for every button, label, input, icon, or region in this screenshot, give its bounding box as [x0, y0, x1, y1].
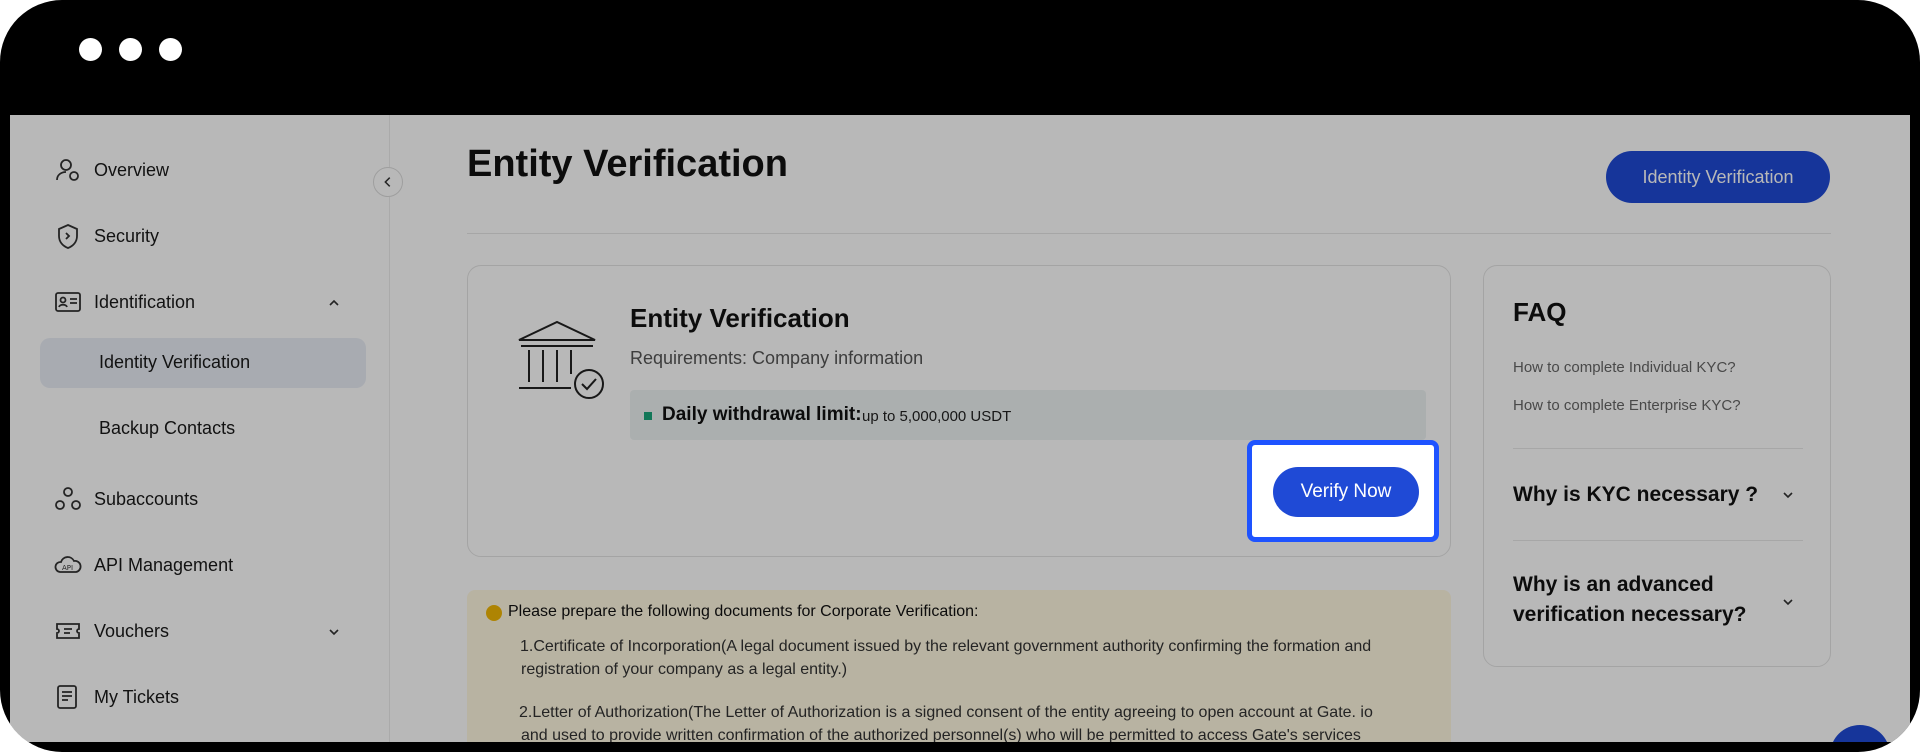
card-requirements: Requirements: Company information — [630, 348, 924, 368]
sidebar-item-security[interactable]: Security — [54, 216, 159, 256]
chevron-down-icon[interactable] — [326, 624, 342, 640]
limit-value: up to 5,000,000 USDT — [862, 408, 1012, 425]
sidebar-item-identification[interactable]: Identification — [54, 282, 195, 322]
notice-line: and used to provide written confirmation… — [521, 727, 1361, 742]
notice-heading: Please prepare the following documents f… — [508, 603, 979, 620]
sidebar-item-subaccounts[interactable]: Subaccounts — [54, 479, 198, 519]
identity-verification-button[interactable]: Identity Verification — [1606, 151, 1830, 203]
window-dot-icon — [159, 38, 182, 61]
sidebar-item-overview[interactable]: Overview — [54, 150, 169, 190]
faq-divider — [1513, 540, 1803, 541]
sidebar: Overview Security Identification Identit… — [10, 115, 390, 742]
window-frame: Overview Security Identification Identit… — [0, 0, 1920, 752]
chevron-up-icon[interactable] — [326, 295, 342, 311]
header-divider — [467, 233, 1831, 234]
sidebar-item-label: Security — [94, 225, 160, 246]
faq-link-individual-kyc[interactable]: How to complete Individual KYC? — [1513, 359, 1736, 376]
notice-line: registration of your company as a legal … — [521, 661, 848, 678]
chevron-left-icon — [384, 177, 391, 187]
support-chat-button[interactable] — [1830, 725, 1890, 742]
faq-link-enterprise-kyc[interactable]: How to complete Enterprise KYC? — [1513, 397, 1741, 414]
shield-icon — [58, 224, 78, 249]
page-title: Entity Verification — [467, 143, 788, 185]
voucher-icon — [56, 623, 80, 639]
sidebar-item-backup-contacts[interactable]: Backup Contacts — [99, 418, 235, 439]
sidebar-item-api-management[interactable]: API API Management — [54, 545, 233, 585]
subaccounts-icon — [55, 487, 81, 510]
card-title: Entity Verification — [630, 303, 850, 333]
chevron-down-icon[interactable] — [1780, 594, 1796, 610]
bullet-icon — [644, 412, 652, 420]
warning-icon — [486, 605, 502, 621]
window-dot-icon — [119, 38, 142, 61]
limit-label: Daily withdrawal limit: — [662, 404, 862, 425]
user-icon — [56, 159, 79, 181]
faq-question-advanced-line1[interactable]: Why is an advanced — [1513, 570, 1714, 600]
sidebar-item-identity-verification[interactable]: Identity Verification — [99, 352, 250, 373]
sidebar-item-label: Overview — [94, 159, 170, 180]
faq-divider — [1513, 448, 1803, 449]
notice-line: 1.Certificate of Incorporation(A legal d… — [520, 638, 1372, 655]
bank-icon — [518, 320, 604, 399]
sidebar-item-my-tickets[interactable]: My Tickets — [54, 677, 179, 717]
svg-text:API: API — [62, 564, 73, 572]
sidebar-item-label: My Tickets — [94, 686, 180, 707]
sidebar-item-label: Subaccounts — [94, 488, 199, 509]
chevron-down-icon[interactable] — [1780, 487, 1796, 503]
verify-now-button[interactable]: Verify Now — [1273, 467, 1419, 517]
browser-viewport: Overview Security Identification Identit… — [10, 115, 1910, 742]
sidebar-item-vouchers[interactable]: Vouchers — [54, 611, 169, 651]
sidebar-item-label: API Management — [94, 554, 234, 575]
api-icon: API — [54, 556, 82, 573]
notice-line: 2.Letter of Authorization(The Letter of … — [519, 704, 1373, 721]
id-card-icon — [55, 292, 81, 312]
faq-question-advanced-line2[interactable]: verification necessary? — [1513, 600, 1746, 630]
faq-question-kyc[interactable]: Why is KYC necessary ? — [1513, 480, 1758, 510]
ticket-icon — [57, 685, 77, 709]
collapse-sidebar-button[interactable] — [373, 167, 403, 197]
faq-title: FAQ — [1513, 297, 1567, 327]
window-dot-icon — [79, 38, 102, 61]
sidebar-item-label: Identification — [94, 291, 196, 312]
sidebar-item-label: Vouchers — [94, 620, 170, 641]
